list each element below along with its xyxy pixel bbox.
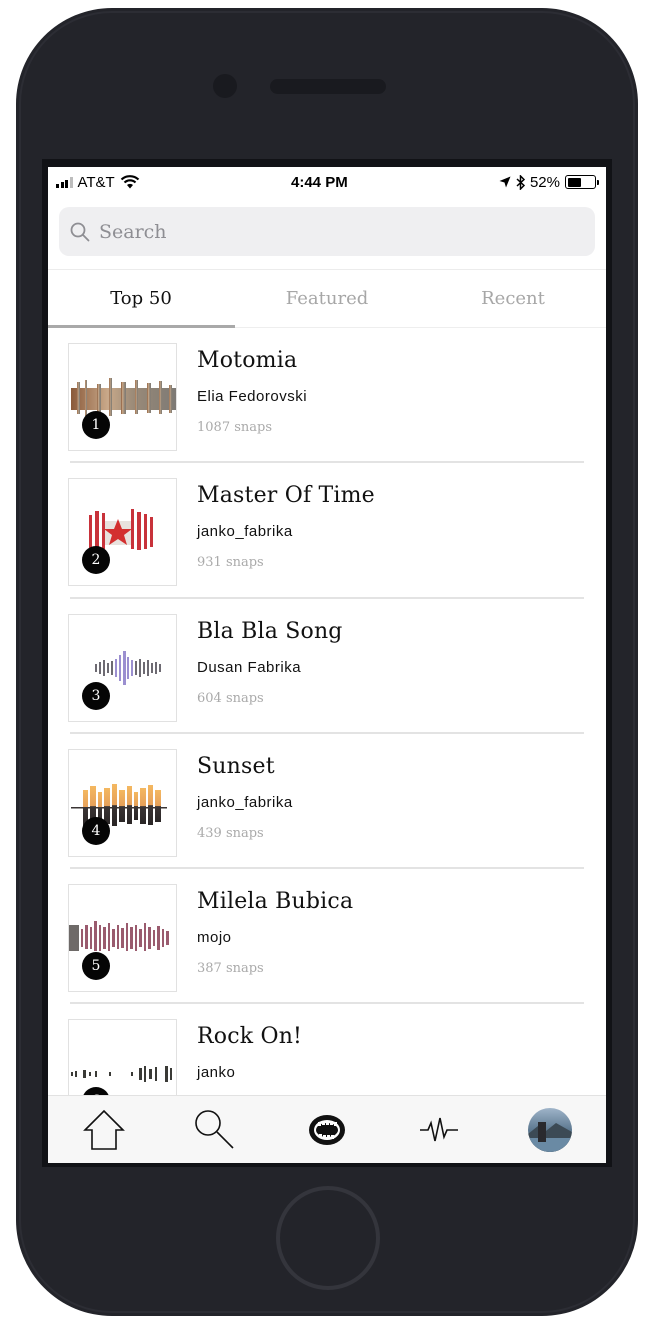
home-icon	[82, 1109, 125, 1150]
song-artist[interactable]: janko_fabrika	[197, 523, 293, 540]
search-placeholder: Search	[99, 220, 167, 243]
tab-featured[interactable]: Featured	[234, 270, 420, 327]
song-row[interactable]: 2 Master Of Time janko_fabrika 931 snaps	[48, 463, 606, 599]
song-thumbnail[interactable]: 4	[68, 748, 177, 857]
app-screen: AT&T 4:44 PM 52% Search Top 50 Featured …	[48, 167, 606, 1163]
song-list: 1 Motomia Elia Fedorovski 1087 snaps 2 M…	[48, 328, 606, 1141]
tab-recent[interactable]: Recent	[420, 270, 606, 327]
song-row[interactable]: 3 Bla Bla Song Dusan Fabrika 604 snaps	[48, 599, 606, 735]
song-title[interactable]: Rock On!	[197, 1024, 302, 1049]
song-row[interactable]: 5 Milela Bubica mojo 387 snaps	[48, 869, 606, 1005]
bottom-navigation	[48, 1095, 606, 1163]
song-snaps-count: 439 snaps	[197, 825, 264, 841]
song-title[interactable]: Master Of Time	[197, 483, 375, 508]
tab-top-50[interactable]: Top 50	[48, 270, 234, 327]
song-snaps-count: 931 snaps	[197, 555, 264, 571]
nav-activity[interactable]	[409, 1105, 469, 1155]
song-snaps-count: 604 snaps	[197, 690, 264, 706]
bluetooth-icon	[516, 174, 525, 190]
screen-bezel: AT&T 4:44 PM 52% Search Top 50 Featured …	[42, 159, 612, 1167]
song-snaps-count: 387 snaps	[197, 961, 264, 977]
song-artist[interactable]: janko_fabrika	[197, 794, 293, 811]
profile-avatar[interactable]	[528, 1107, 573, 1152]
song-thumbnail[interactable]: 2	[68, 478, 177, 587]
battery-percentage: 52%	[529, 173, 560, 191]
rank-badge: 4	[82, 816, 110, 845]
mouth-icon	[308, 1114, 345, 1145]
rank-badge: 1	[82, 411, 110, 439]
front-camera	[213, 74, 237, 98]
song-title[interactable]: Sunset	[197, 754, 275, 779]
carrier-label: AT&T	[77, 173, 115, 191]
song-artist[interactable]: janko	[197, 1064, 235, 1081]
song-thumbnail[interactable]: 1	[68, 343, 177, 451]
rank-badge: 3	[82, 681, 110, 710]
song-title[interactable]: Milela Bubica	[197, 889, 353, 914]
tab-bar: Top 50 Featured Recent	[48, 270, 606, 328]
nav-home[interactable]	[74, 1105, 134, 1155]
song-thumbnail[interactable]: 5	[68, 884, 177, 993]
song-row[interactable]: 4 Sunset janko_fabrika 439 snaps	[48, 734, 606, 870]
status-bar: AT&T 4:44 PM 52%	[48, 167, 606, 197]
battery-icon	[565, 175, 599, 189]
search-bar-container: Search	[48, 197, 606, 270]
song-snaps-count: 1087 snaps	[197, 420, 273, 435]
location-arrow-icon	[499, 176, 511, 188]
nav-profile[interactable]	[520, 1105, 580, 1155]
wifi-icon	[120, 175, 139, 189]
rank-badge: 5	[82, 952, 110, 981]
song-title[interactable]: Bla Bla Song	[197, 619, 343, 644]
nav-search[interactable]	[185, 1105, 245, 1155]
home-button[interactable]	[276, 1186, 380, 1290]
song-artist[interactable]: mojo	[197, 929, 232, 946]
activity-icon	[419, 1117, 458, 1141]
earpiece-speaker	[270, 79, 386, 94]
nav-record[interactable]	[297, 1105, 357, 1155]
search-input[interactable]: Search	[59, 207, 595, 256]
song-thumbnail[interactable]: 3	[68, 613, 177, 722]
song-artist[interactable]: Elia Fedorovski	[197, 388, 307, 405]
song-title[interactable]: Motomia	[197, 348, 297, 373]
song-artist[interactable]: Dusan Fabrika	[197, 659, 301, 676]
signal-icon	[56, 176, 73, 188]
search-icon	[70, 222, 90, 241]
status-time: 4:44 PM	[291, 173, 348, 191]
search-icon	[195, 1109, 234, 1149]
song-row[interactable]: 1 Motomia Elia Fedorovski 1087 snaps	[48, 328, 606, 464]
